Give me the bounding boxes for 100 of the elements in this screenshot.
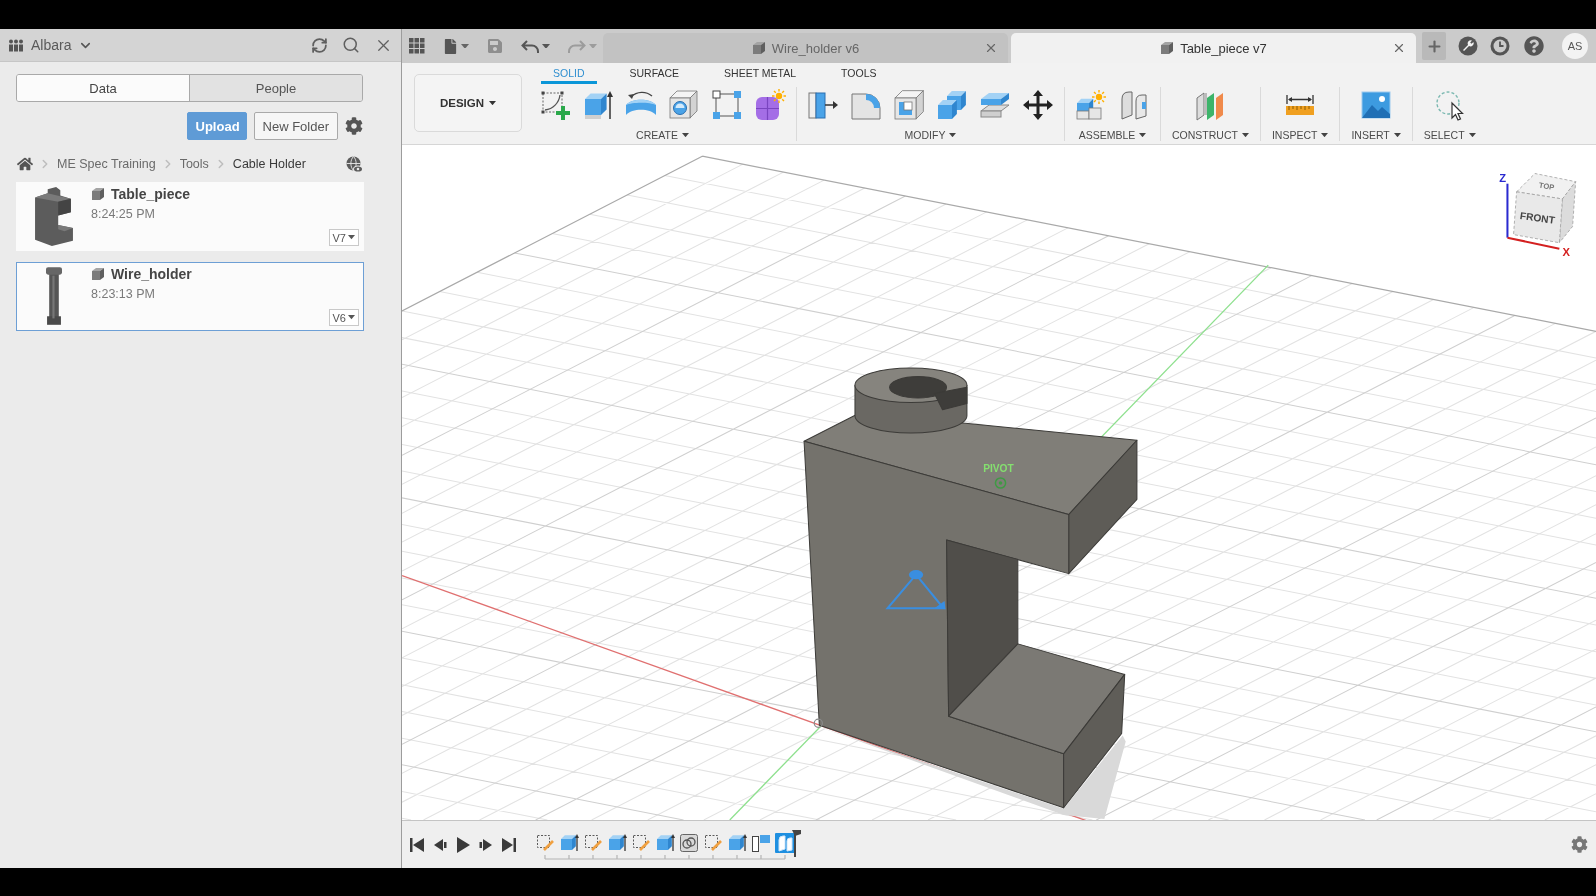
- tool-group-menu[interactable]: INSERT: [1351, 129, 1401, 141]
- caret-icon: [681, 132, 689, 138]
- hollow-cube-icon[interactable]: [893, 89, 925, 121]
- new-tab-button[interactable]: [1422, 32, 1446, 60]
- dashed-square-pencil-icon[interactable]: [631, 832, 651, 853]
- origin-marker-icon: [813, 718, 823, 728]
- dashed-square-plus-icon[interactable]: [539, 89, 571, 121]
- file-card[interactable]: Wire_holder 8:23:13 PM V6: [16, 262, 364, 331]
- caret-icon: [461, 43, 469, 49]
- box-arrow-icon[interactable]: [655, 832, 675, 853]
- caret-icon: [1393, 132, 1401, 138]
- joint-marker-icon[interactable]: [885, 570, 946, 610]
- breadcrumb-link[interactable]: Cable Holder: [232, 157, 306, 171]
- rings-tile-icon[interactable]: [679, 832, 699, 853]
- dashed-square-pencil-icon[interactable]: [703, 832, 723, 853]
- caret-icon: [1321, 132, 1329, 138]
- file-icon[interactable]: [443, 38, 458, 54]
- view-cube[interactable]: [1513, 173, 1577, 244]
- box-arrow-icon[interactable]: [582, 89, 614, 121]
- part-thumbnail: [35, 186, 73, 246]
- file-name: Wire_holder: [111, 266, 192, 282]
- plus-icon: [1425, 37, 1443, 55]
- cube-icon: [91, 187, 105, 201]
- pivot-label: PIVOT: [983, 462, 1014, 474]
- dashed-square-pencil-icon[interactable]: [535, 832, 555, 853]
- cubes-sparkle-icon[interactable]: [1075, 89, 1107, 121]
- toolbar-tab[interactable]: TOOLS: [829, 64, 889, 84]
- file-name: Table_piece: [111, 186, 191, 202]
- caret-icon: [489, 100, 497, 106]
- cube-face-label: FRONT: [1519, 210, 1556, 226]
- caret-icon: [1468, 132, 1476, 138]
- step-forward-icon[interactable]: [479, 837, 493, 852]
- step-back-icon[interactable]: [433, 837, 447, 852]
- caret-icon: [348, 315, 355, 320]
- undo-icon[interactable]: [521, 38, 539, 54]
- part-thumbnail: [46, 267, 62, 325]
- squares-pattern-icon[interactable]: [711, 89, 743, 121]
- caret-icon: [1139, 132, 1147, 138]
- caret-icon: [589, 43, 597, 49]
- timeline-marker-icon[interactable]: [792, 829, 801, 857]
- breadcrumb-link[interactable]: ME Spec Training: [57, 157, 156, 171]
- tool-group-menu[interactable]: INSPECT: [1271, 129, 1329, 141]
- file-card[interactable]: Table_piece 8:24:25 PM V7: [16, 182, 364, 251]
- panel-square-icon[interactable]: [751, 832, 771, 853]
- file-time: 8:23:13 PM: [91, 287, 156, 301]
- file-time: 8:24:25 PM: [91, 207, 156, 221]
- search-icon[interactable]: [342, 36, 360, 54]
- tool-group-menu[interactable]: ASSEMBLE: [1078, 129, 1147, 141]
- apps-grid-icon[interactable]: [409, 38, 425, 54]
- cube-hole-icon[interactable]: [668, 89, 700, 121]
- panel-tab[interactable]: Data: [17, 75, 189, 101]
- box-arrow-icon[interactable]: [559, 832, 579, 853]
- home-icon[interactable]: [17, 156, 33, 172]
- box-arrow-icon[interactable]: [607, 832, 627, 853]
- overlapping-cubes-icon[interactable]: [936, 89, 968, 121]
- team-dropdown[interactable]: Albara: [8, 37, 94, 53]
- close-icon[interactable]: [1392, 41, 1406, 55]
- caret-icon: [542, 43, 550, 49]
- new-folder-button[interactable]: New Folder: [253, 112, 338, 140]
- clock-icon[interactable]: [1490, 36, 1510, 56]
- play-icon[interactable]: [456, 836, 470, 853]
- cube-icon: [751, 41, 766, 55]
- workspace-dropdown[interactable]: DESIGN: [414, 74, 522, 132]
- document-tab[interactable]: Table_piece v7: [1011, 33, 1416, 63]
- axis-label: Z: [1499, 171, 1507, 184]
- axis-label: X: [1562, 245, 1570, 258]
- caret-icon: [949, 132, 957, 138]
- move-arrows-icon[interactable]: [1022, 89, 1054, 121]
- dashed-circle-cursor-icon[interactable]: [1433, 89, 1466, 121]
- cube-icon: [1160, 41, 1175, 55]
- tool-group-menu[interactable]: CONSTRUCT: [1172, 129, 1249, 141]
- image-icon[interactable]: [1360, 89, 1393, 121]
- toolbar-tab[interactable]: SHEET METAL: [712, 64, 809, 84]
- box-arrow-icon[interactable]: [727, 832, 747, 853]
- dashed-square-pencil-icon[interactable]: [583, 832, 603, 853]
- caret-icon: [348, 235, 355, 240]
- joint-parts-icon[interactable]: [775, 832, 795, 853]
- version-dropdown[interactable]: V6: [328, 309, 359, 326]
- tool-group-menu[interactable]: MODIFY: [904, 129, 957, 141]
- sparkle-cube-icon[interactable]: [754, 89, 786, 121]
- skip-start-icon[interactable]: [410, 837, 424, 852]
- version-dropdown[interactable]: V7: [328, 229, 359, 246]
- refresh-icon[interactable]: [311, 36, 328, 54]
- team-icon: [8, 38, 24, 52]
- help-icon[interactable]: [1524, 36, 1544, 56]
- cube-icon: [91, 267, 105, 281]
- toolbar-tab[interactable]: SURFACE: [617, 64, 692, 84]
- skip-end-icon[interactable]: [502, 837, 516, 852]
- globe-eye-icon[interactable]: [346, 155, 363, 173]
- slab-arrow-icon[interactable]: [807, 89, 839, 121]
- close-icon[interactable]: [984, 41, 998, 55]
- tool-group-menu[interactable]: CREATE: [636, 129, 689, 141]
- user-avatar[interactable]: AS: [1562, 33, 1588, 59]
- breadcrumb-link[interactable]: Tools: [179, 157, 209, 171]
- settings-icon[interactable]: [1571, 836, 1588, 853]
- caret-icon: [1241, 132, 1249, 138]
- wrench-icon[interactable]: [1458, 36, 1478, 56]
- tool-group-menu[interactable]: SELECT: [1423, 129, 1476, 141]
- settings-icon[interactable]: [345, 117, 363, 135]
- panel-tab[interactable]: People: [189, 75, 362, 101]
